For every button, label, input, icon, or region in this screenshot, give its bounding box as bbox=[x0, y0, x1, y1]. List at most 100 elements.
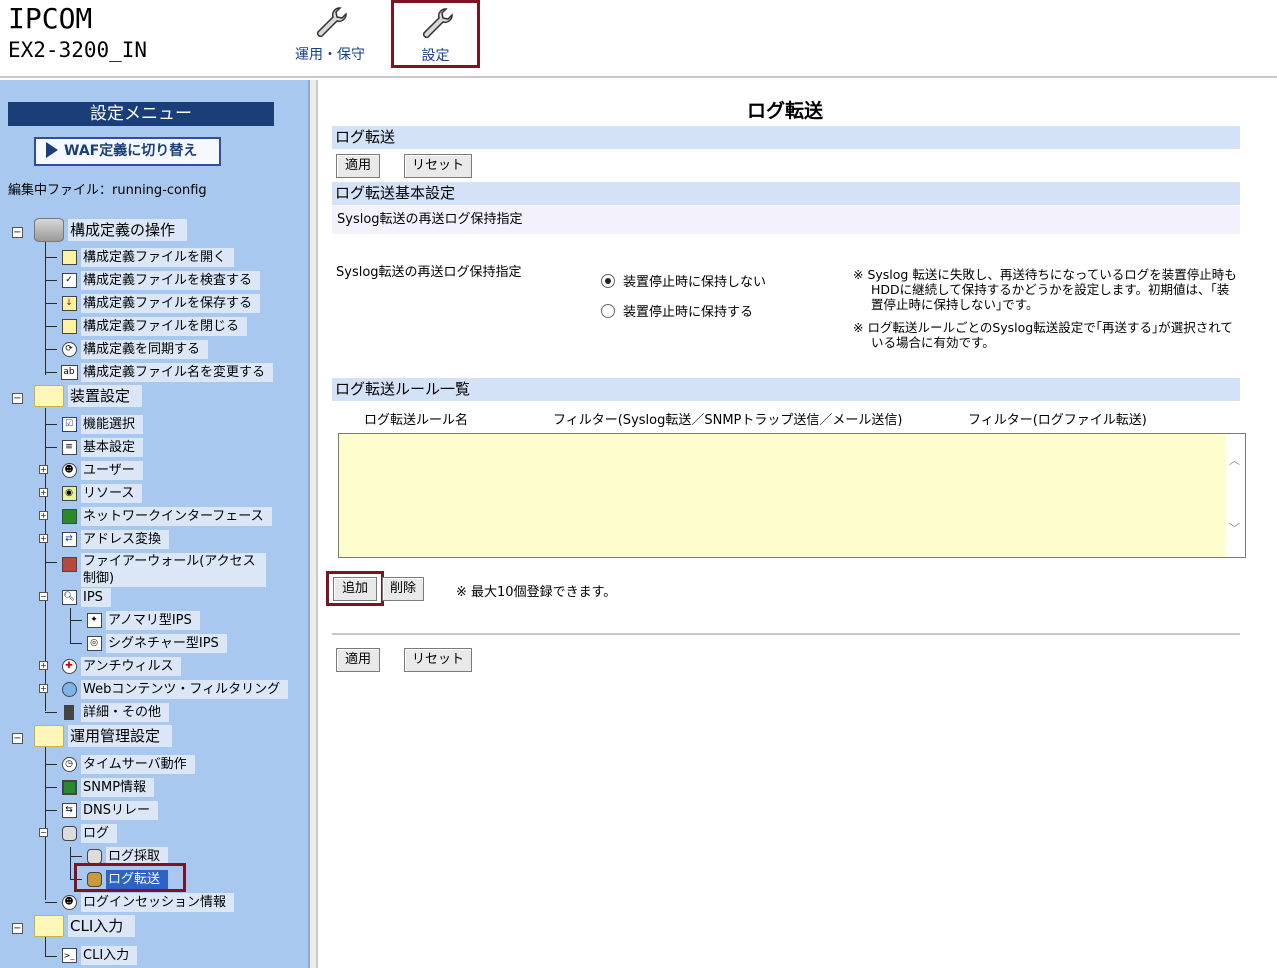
folder-open-icon bbox=[60, 249, 78, 267]
expand-toggle[interactable]: + bbox=[39, 511, 48, 520]
tree-item-log[interactable]: ログ bbox=[60, 824, 118, 843]
firewall-icon bbox=[60, 555, 78, 573]
radio-not-keep[interactable]: 装置停止時に保持しない bbox=[601, 271, 766, 290]
tab-settings-label: 設定 bbox=[421, 48, 450, 64]
radio-keep[interactable]: 装置停止時に保持する bbox=[601, 301, 753, 320]
folder-icon bbox=[34, 914, 64, 938]
tree-config-ops-label: 構成定義の操作 bbox=[68, 218, 188, 241]
tree-item-cli-input[interactable]: >_ CLI入力 bbox=[60, 946, 138, 965]
play-icon bbox=[46, 142, 58, 158]
scrollbar[interactable]: ︿ ﹀ bbox=[1226, 434, 1245, 557]
tree-cli[interactable]: CLI入力 bbox=[34, 914, 136, 938]
tree-item-details-other[interactable]: 詳細・その他 bbox=[60, 703, 170, 722]
expand-toggle[interactable]: + bbox=[39, 661, 48, 670]
tree-item-check-config[interactable]: ✓ 構成定義ファイルを検査する bbox=[60, 271, 261, 290]
tree-item-dns-relay[interactable]: ⇆ DNSリレー bbox=[60, 801, 158, 820]
add-button[interactable]: 追加 bbox=[333, 577, 377, 601]
collapse-toggle[interactable]: − bbox=[12, 227, 23, 238]
tree-item-network-interface[interactable]: ネットワークインターフェース bbox=[60, 507, 272, 526]
tree-item-signature-ips[interactable]: ◎ シグネチャー型IPS bbox=[85, 634, 227, 653]
folder-icon bbox=[60, 318, 78, 336]
tree-item-ips[interactable]: 🔍︎ IPS bbox=[60, 588, 111, 607]
chevron-up-icon[interactable]: ︿ bbox=[1229, 452, 1240, 468]
expand-toggle[interactable]: + bbox=[39, 534, 48, 543]
tree-item-save-config[interactable]: ↓ 構成定義ファイルを保存する bbox=[60, 294, 261, 313]
rule-list[interactable]: ︿ ﹀ bbox=[338, 433, 1246, 558]
apply-button-bottom[interactable]: 適用 bbox=[336, 648, 380, 672]
collapse-toggle[interactable]: − bbox=[39, 828, 48, 837]
folder-icon bbox=[34, 384, 64, 408]
brand-name: IPCOM bbox=[8, 2, 93, 35]
header: IPCOM EX2-3200_IN 運用・保守 設定 bbox=[0, 0, 1277, 78]
resend-field-label: Syslog転送の再送ログ保持指定 bbox=[336, 265, 522, 280]
server-icon bbox=[60, 704, 78, 722]
users-icon: ☻ bbox=[60, 894, 78, 912]
rename-icon: ab bbox=[60, 364, 78, 382]
tree-cli-label: CLI入力 bbox=[68, 914, 136, 937]
tree-item-close-config[interactable]: 構成定義ファイルを閉じる bbox=[60, 317, 248, 336]
device-name: EX2-3200_IN bbox=[8, 38, 148, 62]
collapse-toggle[interactable]: − bbox=[12, 733, 23, 744]
shield-icon: ✦ bbox=[85, 612, 103, 630]
checkbox-icon: ☑ bbox=[60, 416, 78, 434]
tree-item-basic-settings[interactable]: ≡ 基本設定 bbox=[60, 438, 144, 457]
tree-ops-mgmt[interactable]: 運用管理設定 bbox=[34, 724, 173, 748]
tree-item-function-select[interactable]: ☑ 機能選択 bbox=[60, 415, 144, 434]
dns-icon: ⇆ bbox=[60, 802, 78, 820]
page-title: ログ転送 bbox=[746, 100, 823, 122]
radio-button[interactable] bbox=[601, 303, 615, 318]
save-folder-icon: ↓ bbox=[60, 295, 78, 313]
terminal-icon: >_ bbox=[60, 947, 78, 965]
folder-icon bbox=[34, 724, 64, 748]
expand-toggle[interactable]: + bbox=[39, 465, 48, 474]
tree-item-login-session[interactable]: ☻ ログインセッション情報 bbox=[60, 893, 235, 912]
reset-button[interactable]: リセット bbox=[404, 154, 472, 178]
column-rule-name: ログ転送ルール名 bbox=[364, 413, 469, 428]
tree-config-ops[interactable]: 構成定義の操作 bbox=[34, 217, 188, 242]
tree-item-snmp[interactable]: SNMP情報 bbox=[60, 778, 155, 797]
tree-item-antivirus[interactable]: ✚ アンチウィルス bbox=[60, 657, 182, 676]
section-rule-list: ログ転送ルール一覧 bbox=[332, 378, 1240, 401]
collapse-toggle[interactable]: − bbox=[12, 923, 23, 934]
document-icon: ≡ bbox=[60, 439, 78, 457]
delete-button[interactable]: 削除 bbox=[382, 577, 424, 601]
tab-operation-maintenance[interactable]: 運用・保守 bbox=[290, 2, 370, 66]
globe-icon bbox=[60, 681, 78, 699]
column-filter-syslog: フィルター(Syslog転送／SNMPトラップ送信／メール送信) bbox=[553, 413, 903, 428]
tree-device-settings[interactable]: 装置設定 bbox=[34, 384, 143, 408]
tab-operation-label: 運用・保守 bbox=[295, 47, 365, 63]
database-icon bbox=[34, 217, 64, 242]
tree-item-address-translation[interactable]: ⇄ アドレス変換 bbox=[60, 530, 170, 549]
note-effective: ※ ログ転送ルールごとのSyslog転送設定で｢再送する｣が選択されている場合に… bbox=[853, 320, 1233, 350]
network-card-icon bbox=[60, 508, 78, 526]
waf-switch-button[interactable]: WAF定義に切り替え bbox=[34, 137, 221, 166]
tree-item-time-server[interactable]: ◷ タイムサーバ動作 bbox=[60, 755, 195, 774]
collapse-toggle[interactable]: − bbox=[12, 393, 23, 404]
editing-file: 編集中ファイル：running-config bbox=[8, 183, 207, 198]
collapse-toggle[interactable]: − bbox=[39, 592, 48, 601]
tree-item-sync-config[interactable]: ⟳ 構成定義を同期する bbox=[60, 340, 209, 359]
max-rules-note: ※ 最大10個登録できます。 bbox=[456, 585, 617, 600]
antivirus-icon: ✚ bbox=[60, 658, 78, 676]
chevron-down-icon[interactable]: ﹀ bbox=[1229, 520, 1240, 536]
user-icon: ☻ bbox=[60, 462, 78, 480]
tree-item-user[interactable]: ☻ ユーザー bbox=[60, 461, 143, 480]
monitor-icon bbox=[60, 779, 78, 797]
tree-item-anomaly-ips[interactable]: ✦ アノマリ型IPS bbox=[85, 611, 200, 630]
expand-toggle[interactable]: + bbox=[39, 684, 48, 693]
tree-item-rename-config[interactable]: ab 構成定義ファイル名を変更する bbox=[60, 363, 274, 382]
radio-button[interactable] bbox=[601, 273, 615, 288]
tree-item-open-config[interactable]: 構成定義ファイルを開く bbox=[60, 248, 235, 267]
sync-icon: ⟳ bbox=[60, 341, 78, 359]
tree-item-firewall[interactable]: ファイアーウォール(アクセス制御) bbox=[60, 553, 266, 587]
address-translation-icon: ⇄ bbox=[60, 531, 78, 549]
wrench-icon bbox=[422, 8, 453, 39]
reset-button-bottom[interactable]: リセット bbox=[404, 648, 472, 672]
radio-not-keep-label: 装置停止時に保持しない bbox=[623, 275, 767, 290]
resource-icon: ◉ bbox=[60, 485, 78, 503]
tree-item-web-filtering[interactable]: Webコンテンツ・フィルタリング bbox=[60, 680, 289, 699]
apply-button[interactable]: 適用 bbox=[336, 154, 380, 178]
tree-item-resource[interactable]: ◉ リソース bbox=[60, 484, 143, 503]
tab-settings[interactable]: 設定 bbox=[391, 0, 480, 68]
expand-toggle[interactable]: + bbox=[39, 488, 48, 497]
